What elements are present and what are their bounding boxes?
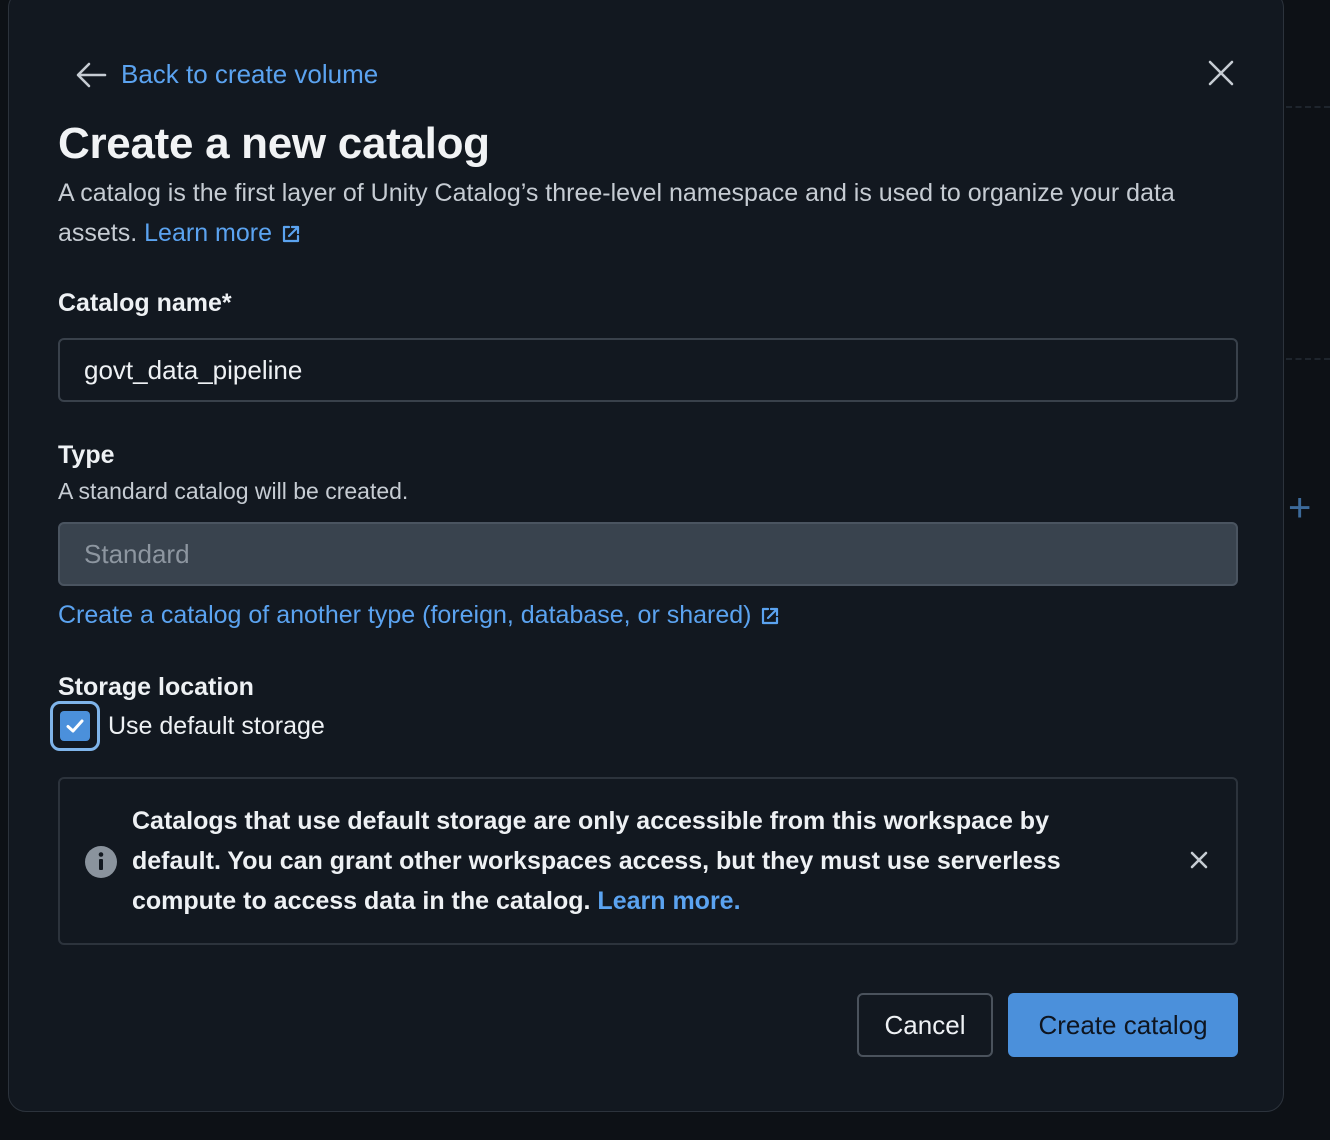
external-link-icon	[282, 225, 300, 243]
create-catalog-modal: Back to create volume Create a new catal…	[8, 0, 1284, 1112]
type-label: Type	[58, 441, 115, 469]
checkmark-icon	[66, 719, 84, 733]
background-divider	[1286, 358, 1330, 360]
catalog-name-label: Catalog name*	[58, 289, 232, 317]
back-to-create-volume-link[interactable]: Back to create volume	[75, 59, 378, 90]
catalog-name-input[interactable]	[58, 338, 1238, 402]
create-catalog-button[interactable]: Create catalog	[1008, 993, 1238, 1057]
learn-more-label: Learn more	[144, 219, 273, 247]
close-icon	[1208, 60, 1234, 86]
external-link-icon	[762, 607, 779, 625]
close-modal-button[interactable]	[1201, 53, 1241, 93]
storage-location-label: Storage location	[58, 673, 254, 701]
arrow-left-icon	[76, 62, 107, 87]
learn-more-link[interactable]: Learn more	[144, 219, 302, 247]
dismiss-alert-button[interactable]	[1184, 845, 1214, 875]
background-add-icon: +	[1288, 486, 1312, 530]
other-catalog-type-link[interactable]: Create a catalog of another type (foreig…	[58, 601, 781, 630]
alert-message: Catalogs that use default storage are on…	[132, 801, 1132, 921]
other-type-label: Create a catalog of another type (foreig…	[58, 601, 752, 629]
catalog-description: A catalog is the first layer of Unity Ca…	[58, 173, 1208, 253]
alert-learn-more-link[interactable]: Learn more.	[597, 887, 740, 915]
default-storage-info-alert: Catalogs that use default storage are on…	[58, 777, 1238, 945]
info-icon	[85, 846, 117, 878]
close-icon	[1190, 851, 1208, 869]
back-link-label: Back to create volume	[121, 59, 379, 89]
background-divider	[1286, 106, 1330, 108]
use-default-storage-checkbox[interactable]: Use default storage	[50, 701, 325, 751]
checkbox-box	[60, 711, 90, 741]
checkbox-label: Use default storage	[108, 711, 325, 740]
cancel-button[interactable]: Cancel	[857, 993, 993, 1057]
checkbox-focus-ring	[50, 701, 100, 751]
type-help-text: A standard catalog will be created.	[58, 478, 409, 504]
type-input	[58, 522, 1238, 586]
page-title: Create a new catalog	[58, 119, 490, 168]
